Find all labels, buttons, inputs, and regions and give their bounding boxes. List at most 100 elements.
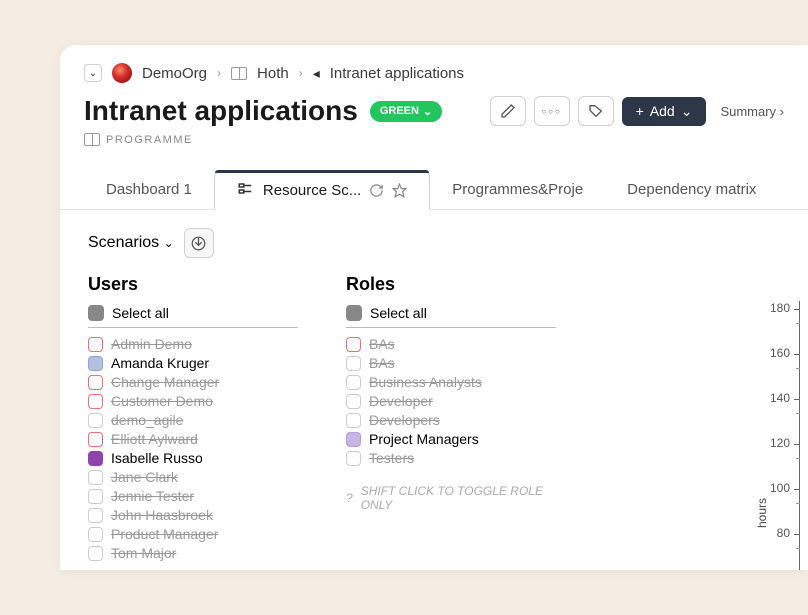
- user-item[interactable]: Jane Clark: [88, 469, 298, 485]
- app-window: ⌄ DemoOrg › Hoth › ◂ Intranet applicatio…: [60, 45, 808, 570]
- user-label: Change Manager: [111, 374, 219, 390]
- chevron-right-icon: ›: [299, 66, 303, 80]
- user-label: Product Manager: [111, 526, 218, 542]
- user-label: Admin Demo: [111, 336, 192, 352]
- checkbox[interactable]: [88, 394, 103, 409]
- user-item[interactable]: Isabelle Russo: [88, 450, 298, 466]
- checkbox[interactable]: [88, 375, 103, 390]
- breadcrumb-current[interactable]: Intranet applications: [330, 65, 464, 82]
- role-item[interactable]: Developer: [346, 393, 556, 409]
- page-title: Intranet applications: [84, 95, 358, 127]
- user-item[interactable]: Change Manager: [88, 374, 298, 390]
- checkbox[interactable]: [88, 432, 103, 447]
- user-item[interactable]: Tom Major: [88, 545, 298, 561]
- add-button[interactable]: + Add ⌄: [622, 97, 707, 126]
- book-icon: [84, 133, 100, 146]
- tab-dependency[interactable]: Dependency matrix: [605, 170, 778, 209]
- plus-icon: +: [636, 103, 644, 119]
- axis-tick: 80: [760, 526, 790, 540]
- breadcrumb-org[interactable]: DemoOrg: [142, 65, 207, 82]
- checkbox[interactable]: [88, 508, 103, 523]
- role-item[interactable]: Testers: [346, 450, 556, 466]
- tag-icon: [588, 103, 604, 119]
- checkbox[interactable]: [88, 451, 103, 466]
- user-item[interactable]: Elliott Aylward: [88, 431, 298, 447]
- checkbox[interactable]: [346, 413, 361, 428]
- breadcrumb-toggle[interactable]: ⌄: [84, 64, 102, 82]
- user-label: Tom Major: [111, 545, 176, 561]
- checkbox[interactable]: [346, 356, 361, 371]
- user-label: Jennie Tester: [111, 488, 194, 504]
- checkbox[interactable]: [346, 337, 361, 352]
- download-button[interactable]: [184, 228, 214, 258]
- user-label: demo_agile: [111, 412, 183, 428]
- tab-dashboard[interactable]: Dashboard 1: [84, 170, 214, 209]
- star-icon[interactable]: [392, 183, 407, 198]
- role-item[interactable]: Business Analysts: [346, 374, 556, 390]
- checkbox[interactable]: [88, 470, 103, 485]
- checkbox[interactable]: [88, 527, 103, 542]
- edit-button[interactable]: [490, 96, 526, 126]
- checkbox[interactable]: [88, 337, 103, 352]
- user-label: John Haasbroek: [111, 507, 213, 523]
- checkbox-icon: [88, 305, 104, 321]
- checkbox[interactable]: [346, 451, 361, 466]
- org-avatar[interactable]: [112, 63, 132, 83]
- tag-button[interactable]: [578, 96, 614, 126]
- user-item[interactable]: John Haasbroek: [88, 507, 298, 523]
- breadcrumb-space[interactable]: Hoth: [257, 65, 289, 82]
- role-item[interactable]: BAs: [346, 355, 556, 371]
- status-badge[interactable]: GREEN ⌄: [370, 101, 442, 122]
- y-axis: hours 1801601401201008060: [748, 301, 808, 570]
- user-label: Jane Clark: [111, 469, 178, 485]
- role-label: Testers: [369, 450, 414, 466]
- checkbox[interactable]: [88, 356, 103, 371]
- back-icon[interactable]: ◂: [313, 65, 320, 82]
- roles-select-all[interactable]: Select all: [346, 305, 556, 328]
- user-label: Elliott Aylward: [111, 431, 198, 447]
- pencil-icon: [500, 103, 516, 119]
- type-label: PROGRAMME: [84, 133, 784, 146]
- role-label: BAs: [369, 355, 395, 371]
- refresh-icon[interactable]: [369, 183, 384, 198]
- user-item[interactable]: Admin Demo: [88, 336, 298, 352]
- tab-programmes[interactable]: Programmes&Proje: [430, 170, 605, 209]
- summary-link[interactable]: Summary ›: [720, 104, 784, 119]
- user-label: Isabelle Russo: [111, 450, 203, 466]
- tab-resource-scheduling[interactable]: Resource Sc...: [214, 170, 430, 210]
- checkbox[interactable]: [88, 489, 103, 504]
- book-icon: [231, 67, 247, 80]
- download-icon: [191, 236, 206, 251]
- roles-heading: Roles: [346, 274, 556, 295]
- user-item[interactable]: Amanda Kruger: [88, 355, 298, 371]
- axis-label: hours: [755, 498, 769, 528]
- chevron-down-icon: ⌄: [164, 236, 174, 250]
- checkbox[interactable]: [346, 375, 361, 390]
- users-select-all[interactable]: Select all: [88, 305, 298, 328]
- checkbox[interactable]: [88, 413, 103, 428]
- axis-tick: 140: [760, 391, 790, 405]
- user-label: Amanda Kruger: [111, 355, 209, 371]
- tab-bar: Dashboard 1 Resource Sc... Programmes&Pr…: [60, 170, 808, 210]
- users-heading: Users: [88, 274, 298, 295]
- role-item[interactable]: BAs: [346, 336, 556, 352]
- question-icon: ?: [346, 491, 353, 505]
- user-item[interactable]: Product Manager: [88, 526, 298, 542]
- axis-tick: 180: [760, 301, 790, 315]
- scenarios-dropdown[interactable]: Scenarios ⌄: [88, 234, 174, 252]
- panel-content: Scenarios ⌄ Users Select all Admin Demo A…: [60, 210, 808, 570]
- more-button[interactable]: ○○○: [534, 96, 570, 126]
- axis-tick: 160: [760, 346, 790, 360]
- checkbox[interactable]: [346, 432, 361, 447]
- user-item[interactable]: demo_agile: [88, 412, 298, 428]
- user-item[interactable]: Jennie Tester: [88, 488, 298, 504]
- chevron-down-icon: ⌄: [423, 105, 432, 118]
- checkbox-icon: [346, 305, 362, 321]
- user-label: Customer Demo: [111, 393, 213, 409]
- role-item[interactable]: Project Managers: [346, 431, 556, 447]
- user-item[interactable]: Customer Demo: [88, 393, 298, 409]
- roles-column: Roles Select all BAs BAs Business Analysts…: [346, 274, 556, 561]
- checkbox[interactable]: [346, 394, 361, 409]
- checkbox[interactable]: [88, 546, 103, 561]
- role-item[interactable]: Developers: [346, 412, 556, 428]
